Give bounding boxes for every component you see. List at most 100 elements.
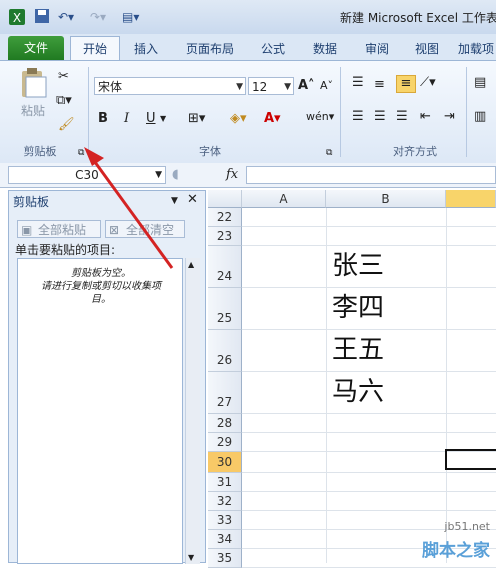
excel-logo-icon: X <box>8 8 26 26</box>
scroll-up-icon[interactable]: ▲ <box>188 260 194 269</box>
clipboard-hint: 单击要粘贴的项目: <box>15 243 116 257</box>
font-group-label: 字体 <box>199 145 221 158</box>
tab-home[interactable]: 开始 <box>70 36 120 61</box>
row-header-30[interactable]: 30 <box>208 452 242 473</box>
insert-function-icon[interactable]: fx <box>226 167 238 183</box>
borders-icon[interactable]: ⊞▾ <box>188 111 205 127</box>
clear-all-icon: ⊠ <box>109 223 120 237</box>
row-header-34[interactable]: 34 <box>208 530 242 549</box>
table-row <box>242 227 496 246</box>
row-header-29[interactable]: 29 <box>208 433 242 452</box>
align-middle-icon[interactable]: ≡ <box>374 77 385 93</box>
tab-data[interactable]: 数据 <box>306 38 344 60</box>
formula-bar: C30 ▼ ◖ fx <box>0 163 496 188</box>
row-header-35[interactable]: 35 <box>208 549 242 568</box>
grow-font-icon[interactable]: A˄ <box>298 78 315 94</box>
wrap-text-icon[interactable]: ▤ <box>474 75 486 91</box>
name-box[interactable]: C30 ▼ <box>8 166 166 184</box>
merge-icon[interactable]: ▥ <box>474 109 486 125</box>
chevron-down-icon[interactable]: ▼ <box>160 111 166 127</box>
row-header-22[interactable]: 22 <box>208 208 242 227</box>
row-header-27[interactable]: 27 <box>208 372 242 414</box>
align-center-icon[interactable]: ☰ <box>374 109 386 125</box>
chevron-down-icon: ▼ <box>284 82 291 92</box>
row-header-28[interactable]: 28 <box>208 414 242 433</box>
tab-review[interactable]: 审阅 <box>358 38 396 60</box>
row-header-26[interactable]: 26 <box>208 330 242 372</box>
font-size-combo[interactable]: 12 ▼ <box>248 77 294 95</box>
tab-file[interactable]: 文件 <box>8 36 64 60</box>
font-color-icon[interactable]: A▾ <box>264 111 281 127</box>
table-row <box>242 492 496 511</box>
cell-b-26[interactable]: 王五 <box>332 334 384 366</box>
row-header-25[interactable]: 25 <box>208 288 242 330</box>
paste-button[interactable]: 粘贴 <box>14 67 52 119</box>
window-title: 新建 Microsoft Excel 工作表 <box>340 11 496 25</box>
save-icon[interactable] <box>34 8 50 26</box>
clipboard-items-list: 剪贴板为空。 请进行复制或剪切以收集项 目。 <box>17 258 183 564</box>
table-row <box>242 414 496 433</box>
italic-button[interactable]: I <box>124 111 129 127</box>
empty-message-line: 剪贴板为空。 <box>71 268 131 279</box>
clipboard-pane-title: 剪贴板 <box>13 195 50 209</box>
align-right-icon[interactable]: ☰ <box>396 109 408 125</box>
divider <box>466 67 467 157</box>
cell-b-27[interactable]: 马六 <box>332 376 384 408</box>
worksheet-grid[interactable]: A B 22 23 24 张三 25 李四 26 王五 27 马六 28 29 30 31 32 33 34 35 <box>208 190 496 568</box>
row-header-33[interactable]: 33 <box>208 511 242 530</box>
clipboard-pane: 剪贴板 ▼ ✕ ▣ 全部粘贴 ⊠ 全部清空 单击要粘贴的项目: 剪贴板为空。 请… <box>8 190 206 564</box>
underline-button[interactable]: U <box>146 111 156 127</box>
orientation-icon[interactable]: ⟋▾ <box>420 75 436 91</box>
format-painter-icon[interactable]: 🖌 <box>58 117 75 133</box>
tab-view[interactable]: 视图 <box>408 38 446 60</box>
row-header-24[interactable]: 24 <box>208 246 242 288</box>
column-header-c[interactable] <box>446 190 496 208</box>
cell-b-24[interactable]: 张三 <box>332 250 384 282</box>
shrink-font-icon[interactable]: A˅ <box>320 78 333 94</box>
row-header-23[interactable]: 23 <box>208 227 242 246</box>
pane-scrollbar[interactable]: ▲ ▼ <box>185 258 200 564</box>
align-bottom-icon[interactable]: ≡ <box>396 75 416 93</box>
cut-icon[interactable]: ✂ <box>58 69 69 85</box>
phonetic-icon[interactable]: wén▾ <box>306 109 334 125</box>
divider <box>340 67 341 157</box>
undo-icon[interactable]: ↶▾ <box>58 8 74 26</box>
quick-access-customize-icon[interactable]: ▤▾ <box>122 8 139 26</box>
column-header-b[interactable]: B <box>326 190 446 208</box>
cell-b-25[interactable]: 李四 <box>332 292 384 324</box>
tab-addins[interactable]: 加载项 <box>458 38 496 60</box>
align-top-icon[interactable]: ☰ <box>352 75 364 91</box>
fill-color-icon[interactable]: ◈▾ <box>230 111 247 127</box>
clear-all-button[interactable]: ⊠ 全部清空 <box>105 220 185 238</box>
formula-input[interactable] <box>246 166 496 184</box>
scroll-down-icon[interactable]: ▼ <box>188 553 194 562</box>
tab-formulas[interactable]: 公式 <box>254 38 292 60</box>
clipboard-launcher-icon[interactable]: ⧉ <box>78 145 84 161</box>
paste-all-button[interactable]: ▣ 全部粘贴 <box>17 220 101 238</box>
pane-options-icon[interactable]: ▼ <box>171 193 178 209</box>
row-header-31[interactable]: 31 <box>208 473 242 492</box>
formula-toggle-icon[interactable]: ◖ <box>172 167 179 183</box>
close-icon[interactable]: ✕ <box>187 192 198 208</box>
bold-button[interactable]: B <box>98 111 108 127</box>
name-box-value: C30 <box>75 168 99 182</box>
increase-indent-icon[interactable]: ⇥ <box>444 109 455 125</box>
row-header-32[interactable]: 32 <box>208 492 242 511</box>
selected-cell[interactable] <box>445 449 496 470</box>
align-left-icon[interactable]: ☰ <box>352 109 364 125</box>
tab-page-layout[interactable]: 页面布局 <box>180 38 240 60</box>
redo-icon[interactable]: ↷▾ <box>90 8 106 26</box>
font-name-combo[interactable]: 宋体 ▼ <box>94 77 246 95</box>
clear-all-label: 全部清空 <box>126 223 175 237</box>
column-header-a[interactable]: A <box>242 190 326 208</box>
paste-all-icon: ▣ <box>21 223 33 237</box>
font-launcher-icon[interactable]: ⧉ <box>326 145 332 161</box>
copy-icon[interactable]: ⧉▾ <box>56 93 72 109</box>
chevron-down-icon: ▼ <box>155 170 162 180</box>
ribbon-tabs: 文件 开始 插入 页面布局 公式 数据 审阅 视图 加载项 <box>0 34 496 61</box>
table-row <box>242 473 496 492</box>
decrease-indent-icon[interactable]: ⇤ <box>420 109 431 125</box>
tab-insert[interactable]: 插入 <box>128 38 164 60</box>
clipboard-empty-message: 剪贴板为空。 请进行复制或剪切以收集项 目。 <box>18 267 184 306</box>
select-all-corner[interactable] <box>208 190 242 208</box>
